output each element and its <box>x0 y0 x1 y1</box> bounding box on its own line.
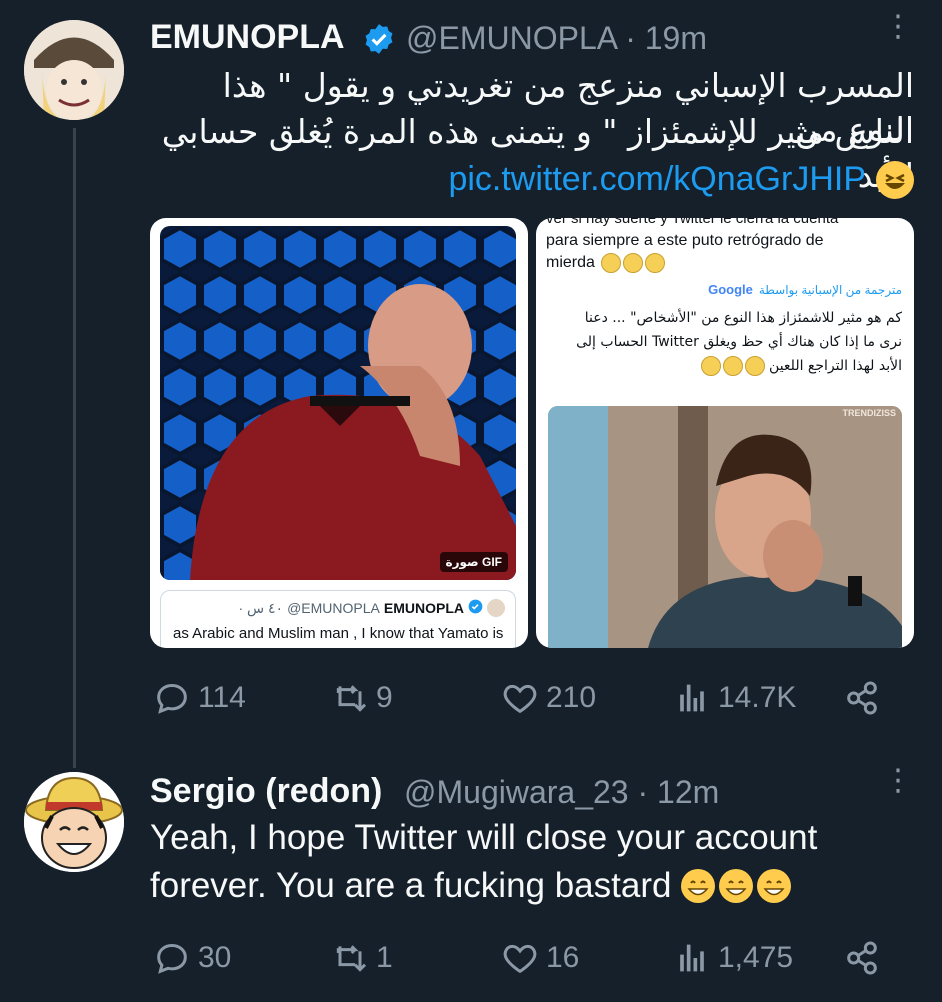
reply-icon <box>157 683 187 714</box>
translated-by: مترجمة من الإسبانية بواسطة <box>758 282 902 297</box>
media-link[interactable]: pic.twitter.com/kQnaGrJHIP <box>448 160 866 199</box>
gif-badge: صورة GIF <box>439 552 508 572</box>
views-button[interactable]: 1,475 <box>672 938 793 978</box>
spanish-text: para siempre a este puto retrógrado de m… <box>546 230 824 274</box>
arabic-line: الأبد لهذا التراجع اللعين <box>769 358 902 374</box>
media-image-right[interactable]: ver si hay suerte y Twitter le cierra la… <box>536 218 914 648</box>
reply-button[interactable]: 30 <box>152 938 231 978</box>
reply-button[interactable]: 114 <box>152 678 246 718</box>
quoted-text: as Arabic and Muslim man , I know that Y… <box>173 625 504 642</box>
retweet-button[interactable]: 9 <box>330 678 393 718</box>
arabic-translation: كم هو مثير للاشمئزاز هذا النوع من "الأشخ… <box>548 306 902 378</box>
tweet-text-line-row: forever. You are a fucking bastard <box>150 862 792 910</box>
share-button[interactable] <box>842 678 888 718</box>
spanish-line: mierda <box>546 254 595 271</box>
watermark: TRENDIZISS <box>842 408 896 418</box>
eyeroll-emoji-icon <box>623 252 644 273</box>
retweet-count: 1 <box>376 941 393 974</box>
share-icon <box>847 941 877 975</box>
views-button[interactable]: 14.7K <box>672 678 796 718</box>
like-count: 210 <box>546 681 597 714</box>
views-icon <box>680 944 704 972</box>
quoted-time: · ٤٠ س <box>238 599 284 616</box>
heart-icon <box>503 944 537 974</box>
spanish-line: para siempre a este puto retrógrado de <box>546 232 824 249</box>
heart-icon <box>503 684 537 714</box>
author-handle[interactable]: @Mugiwara_23 · 12m <box>404 774 719 811</box>
views-count: 1,475 <box>718 941 794 974</box>
grinning-emoji-icon <box>681 869 716 903</box>
grinning-emoji-icon <box>757 869 792 903</box>
author-name[interactable]: EMUNOPLA <box>150 18 345 57</box>
tweet-text-line: Yeah, I hope Twitter will close your acc… <box>150 818 818 857</box>
thread-line <box>73 128 76 768</box>
eyeroll-emoji-icon <box>645 252 666 273</box>
reply-icon <box>157 943 187 974</box>
google-logo: Google <box>708 282 753 297</box>
more-options-icon[interactable]: ⋮ <box>883 766 913 796</box>
retweet-icon <box>336 945 367 972</box>
author-handle[interactable]: @EMUNOPLA · 19m <box>406 20 707 57</box>
laughing-emoji-icon <box>876 160 914 199</box>
eyeroll-emoji-icon <box>744 356 765 376</box>
quoted-handle: @EMUNOPLA <box>287 600 380 616</box>
eyeroll-emoji-icon <box>601 252 622 273</box>
retweet-icon <box>336 685 367 712</box>
tweet-time[interactable]: · 19m <box>625 20 707 56</box>
reaction-image[interactable]: TRENDIZISS <box>548 406 902 648</box>
share-icon <box>847 681 877 715</box>
eyeroll-emoji-icon <box>700 356 721 376</box>
author-name[interactable]: Sergio (redon) <box>150 772 382 811</box>
grinning-emoji-icon <box>719 869 754 903</box>
more-options-icon[interactable]: ⋮ <box>883 12 913 42</box>
share-button[interactable] <box>842 938 888 978</box>
views-count: 14.7K <box>718 681 797 714</box>
avatar[interactable] <box>24 20 124 120</box>
media-image-left[interactable]: صورة GIF · ٤٠ س @EMUNOPLA EMUNOPLA as Ar… <box>150 218 528 648</box>
retweet-button[interactable]: 1 <box>330 938 393 978</box>
avatar[interactable] <box>24 772 124 872</box>
arabic-line: نرى ما إذا كان هناك أي حظ ويغلق Twitter … <box>576 334 902 350</box>
verified-badge-icon <box>468 599 483 617</box>
like-count: 16 <box>546 941 580 974</box>
quoted-name: EMUNOPLA <box>383 600 464 616</box>
reply-count: 30 <box>198 941 232 974</box>
like-button[interactable]: 16 <box>500 938 579 978</box>
retweet-count: 9 <box>376 681 393 714</box>
cut-text: ver si hay suerte y Twitter le cierra la… <box>546 218 839 227</box>
arabic-line: كم هو مثير للاشمئزاز هذا النوع من "الأشخ… <box>584 310 902 326</box>
verified-badge-icon <box>362 22 396 61</box>
like-button[interactable]: 210 <box>500 678 596 718</box>
gif-image[interactable]: صورة GIF <box>160 226 516 580</box>
translation-credit: Google مترجمة من الإسبانية بواسطة <box>708 282 902 297</box>
tweet-link-row: pic.twitter.com/kQnaGrJHIP <box>448 160 914 199</box>
handle-text[interactable]: @Mugiwara_23 <box>404 774 629 810</box>
quoted-avatar <box>487 599 505 617</box>
tweet-time[interactable]: · 12m <box>637 774 719 810</box>
tweet-text-line: forever. You are a fucking bastard <box>150 866 672 905</box>
eyeroll-emoji-icon <box>722 356 743 376</box>
views-icon <box>680 684 704 712</box>
quoted-tweet[interactable]: · ٤٠ س @EMUNOPLA EMUNOPLA as Arabic and … <box>160 590 516 648</box>
handle-text[interactable]: @EMUNOPLA <box>406 20 616 56</box>
reply-count: 114 <box>198 681 246 714</box>
